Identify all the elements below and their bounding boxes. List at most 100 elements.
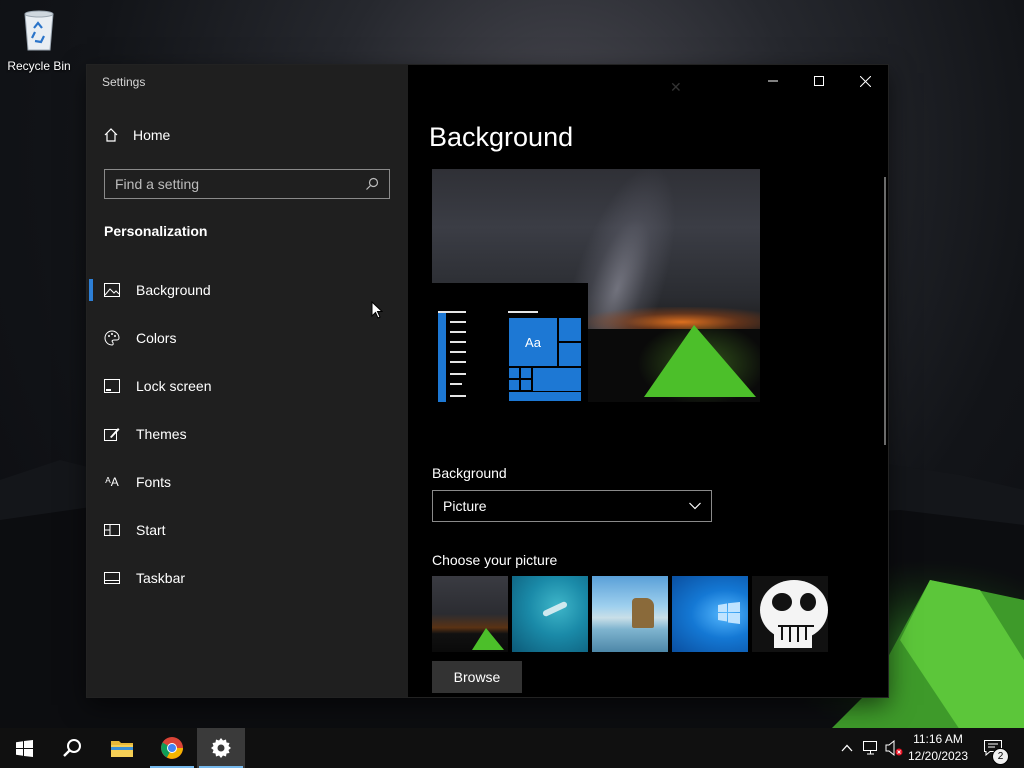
picture-thumb-skull[interactable] bbox=[752, 576, 828, 652]
preview-line bbox=[450, 341, 466, 343]
recycle-bin-label: Recycle Bin bbox=[7, 59, 71, 73]
preview-line bbox=[450, 331, 466, 333]
preview-line bbox=[450, 373, 466, 375]
nav-item-themes[interactable]: Themes bbox=[87, 410, 408, 458]
minimize-button[interactable] bbox=[750, 65, 796, 97]
nav-label: Taskbar bbox=[136, 570, 186, 586]
preview-line bbox=[450, 383, 462, 385]
choose-picture-label: Choose your picture bbox=[432, 552, 558, 568]
search-input[interactable] bbox=[115, 176, 365, 192]
window-caption-buttons bbox=[750, 65, 888, 97]
fonts-icon: ᴬA bbox=[105, 475, 119, 489]
recycle-bin-icon bbox=[24, 10, 54, 51]
background-preview: Aa bbox=[432, 169, 760, 402]
browse-button[interactable]: Browse bbox=[432, 661, 522, 693]
settings-gear-icon bbox=[211, 738, 231, 758]
chevron-up-icon bbox=[841, 744, 853, 752]
taskbar: 11:16 AM 12/20/2023 2 bbox=[0, 728, 1024, 768]
preview-line bbox=[438, 311, 466, 313]
preview-line bbox=[450, 361, 466, 363]
background-dropdown[interactable]: Picture bbox=[432, 490, 712, 522]
preview-tile bbox=[558, 342, 582, 367]
background-page: ✕ Background Aa Background Picture Choos… bbox=[408, 65, 888, 697]
taskbar-icon bbox=[104, 570, 120, 586]
recycle-bin-desktop-icon[interactable]: Recycle Bin bbox=[6, 8, 72, 73]
start-icon bbox=[104, 522, 120, 538]
preview-line bbox=[508, 311, 538, 313]
volume-muted-icon bbox=[885, 740, 903, 756]
nav-label: Fonts bbox=[136, 474, 172, 490]
section-heading: Personalization bbox=[104, 223, 208, 239]
nav-item-taskbar[interactable]: Taskbar bbox=[87, 554, 408, 602]
nav-label: Start bbox=[136, 522, 166, 538]
thumb-swimmer bbox=[541, 600, 569, 618]
start-button[interactable] bbox=[0, 728, 48, 768]
background-dropdown-value: Picture bbox=[443, 498, 487, 514]
nav-label: Themes bbox=[136, 426, 187, 442]
personalization-nav: Background Colors Lock screen Themes ᴬA … bbox=[87, 266, 408, 602]
picture-thumbnails bbox=[432, 576, 828, 652]
preview-line bbox=[450, 395, 466, 397]
picture-thumb-beach[interactable] bbox=[592, 576, 668, 652]
preview-start-menu: Aa bbox=[432, 283, 588, 402]
home-nav-item[interactable]: Home bbox=[103, 127, 170, 143]
picture-thumb-underwater[interactable] bbox=[512, 576, 588, 652]
notification-count-badge: 2 bbox=[992, 748, 1009, 765]
maximize-icon bbox=[814, 76, 824, 86]
chrome-icon bbox=[161, 737, 183, 759]
palette-icon bbox=[104, 330, 120, 346]
preview-tile bbox=[520, 379, 532, 391]
thumb-tent bbox=[472, 628, 504, 650]
preview-tile bbox=[532, 367, 582, 393]
home-icon bbox=[104, 128, 118, 142]
minimize-icon bbox=[768, 80, 778, 82]
themes-icon bbox=[104, 426, 120, 442]
picture-thumb-windows[interactable] bbox=[672, 576, 748, 652]
settings-taskbar-button[interactable] bbox=[197, 728, 245, 768]
page-title: Background bbox=[429, 122, 574, 152]
nav-label: Colors bbox=[136, 330, 177, 346]
search-box[interactable] bbox=[104, 169, 390, 199]
preview-tile-aa: Aa bbox=[508, 317, 558, 367]
background-label: Background bbox=[432, 465, 507, 481]
mouse-cursor-icon bbox=[371, 301, 383, 319]
picture-thumb-night-sky[interactable] bbox=[432, 576, 508, 652]
preview-tent bbox=[644, 325, 756, 397]
nav-label: Lock screen bbox=[136, 378, 212, 394]
nav-label: Background bbox=[136, 282, 211, 298]
close-button[interactable] bbox=[842, 65, 888, 97]
thumb-rock bbox=[632, 598, 654, 628]
preview-tile bbox=[520, 367, 532, 379]
file-explorer-button[interactable] bbox=[98, 728, 146, 768]
taskbar-clock[interactable]: 11:16 AM 12/20/2023 bbox=[904, 731, 972, 765]
close-icon-ghost: ✕ bbox=[670, 79, 682, 95]
home-label: Home bbox=[133, 127, 171, 143]
chevron-down-icon bbox=[689, 502, 701, 510]
preview-start-bar bbox=[438, 313, 446, 402]
maximize-button[interactable] bbox=[796, 65, 842, 97]
nav-item-fonts[interactable]: ᴬA Fonts bbox=[87, 458, 408, 506]
nav-item-background[interactable]: Background bbox=[87, 266, 408, 314]
nav-item-colors[interactable]: Colors bbox=[87, 314, 408, 362]
preview-tile bbox=[508, 379, 520, 391]
network-icon bbox=[863, 741, 877, 755]
nav-item-start[interactable]: Start bbox=[87, 506, 408, 554]
taskbar-search-button[interactable] bbox=[48, 728, 96, 768]
scrollbar-thumb[interactable] bbox=[884, 177, 886, 445]
windows-logo-icon bbox=[718, 602, 740, 624]
file-explorer-icon bbox=[111, 741, 133, 757]
tray-overflow-button[interactable] bbox=[838, 728, 856, 768]
lock-screen-icon bbox=[104, 378, 120, 394]
window-title: Settings bbox=[102, 75, 146, 89]
nav-item-lock-screen[interactable]: Lock screen bbox=[87, 362, 408, 410]
preview-line bbox=[450, 351, 466, 353]
settings-window: Settings Home Personalization Background… bbox=[87, 65, 888, 697]
preview-tiles: Aa bbox=[508, 317, 582, 402]
chrome-button[interactable] bbox=[148, 728, 196, 768]
settings-nav-pane: Settings Home Personalization Background… bbox=[87, 65, 408, 697]
network-tray-button[interactable] bbox=[860, 728, 882, 768]
windows-start-icon bbox=[15, 739, 33, 757]
skull-image-icon bbox=[752, 576, 828, 652]
preview-line bbox=[450, 321, 466, 323]
volume-tray-button[interactable] bbox=[884, 728, 904, 768]
